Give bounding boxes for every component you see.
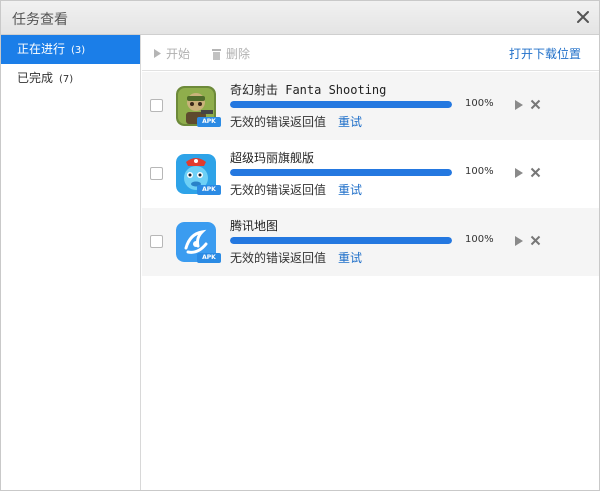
close-icon[interactable]: [530, 235, 541, 246]
task-name: 奇幻射击 Fanta Shooting: [230, 83, 387, 97]
apk-badge: APK: [197, 253, 221, 263]
retry-link[interactable]: 重试: [338, 113, 362, 130]
close-icon[interactable]: [575, 9, 591, 25]
progress-bar: [230, 101, 452, 108]
task-name: 超级玛丽旗舰版: [230, 151, 315, 165]
play-icon[interactable]: [514, 168, 524, 178]
window-title: 任务查看: [12, 12, 68, 28]
sidebar: 正在进行 (3) 已完成 (7): [1, 35, 141, 490]
trash-icon: [212, 48, 221, 60]
progress-percent: 100%: [465, 234, 494, 245]
task-status: 无效的错误返回值: [230, 251, 327, 265]
sidebar-item-in-progress[interactable]: 正在进行 (3): [1, 35, 140, 64]
play-icon[interactable]: [514, 100, 524, 110]
task-row: APK 腾讯地图 100% 无效的错误返回值 重试: [142, 208, 599, 276]
start-button[interactable]: 开始: [153, 45, 190, 62]
delete-button[interactable]: 删除: [211, 45, 250, 62]
sidebar-item-completed[interactable]: 已完成 (7): [1, 64, 140, 93]
task-name: 腾讯地图: [230, 219, 279, 233]
open-download-folder-link[interactable]: 打开下载位置: [509, 45, 581, 62]
progress-fill: [230, 101, 452, 108]
play-icon: [154, 49, 161, 58]
task-checkbox[interactable]: [150, 235, 163, 248]
task-status: 无效的错误返回值: [230, 183, 327, 197]
play-icon[interactable]: [514, 236, 524, 246]
task-status: 无效的错误返回值: [230, 115, 327, 129]
sidebar-item-label: 正在进行: [17, 42, 66, 56]
apk-badge: APK: [197, 117, 221, 127]
progress-percent: 100%: [465, 98, 494, 109]
progress-fill: [230, 169, 452, 176]
progress-bar: [230, 237, 452, 244]
task-checkbox[interactable]: [150, 167, 163, 180]
delete-label: 删除: [226, 47, 251, 61]
task-list: APK 奇幻射击 Fanta Shooting 100% 无效的错误返回值 重试: [142, 72, 599, 276]
toolbar: 开始 删除 打开下载位置: [142, 35, 599, 71]
close-icon[interactable]: [530, 99, 541, 110]
sidebar-item-count: (3): [71, 45, 86, 56]
retry-link[interactable]: 重试: [338, 181, 362, 198]
close-icon[interactable]: [530, 167, 541, 178]
retry-link[interactable]: 重试: [338, 249, 362, 266]
progress-bar: [230, 169, 452, 176]
sidebar-item-label: 已完成: [17, 71, 54, 85]
task-row: APK 奇幻射击 Fanta Shooting 100% 无效的错误返回值 重试: [142, 72, 599, 140]
title-bar: 任务查看: [1, 1, 599, 35]
task-checkbox[interactable]: [150, 99, 163, 112]
progress-percent: 100%: [465, 166, 494, 177]
task-viewer-window: 任务查看 正在进行 (3) 已完成 (7) 开始 删除 打开下载位置 APK 奇…: [0, 0, 600, 491]
start-label: 开始: [166, 47, 191, 61]
task-row: APK 超级玛丽旗舰版 100% 无效的错误返回值 重试: [142, 140, 599, 208]
sidebar-item-count: (7): [59, 74, 74, 85]
progress-fill: [230, 237, 452, 244]
apk-badge: APK: [197, 185, 221, 195]
